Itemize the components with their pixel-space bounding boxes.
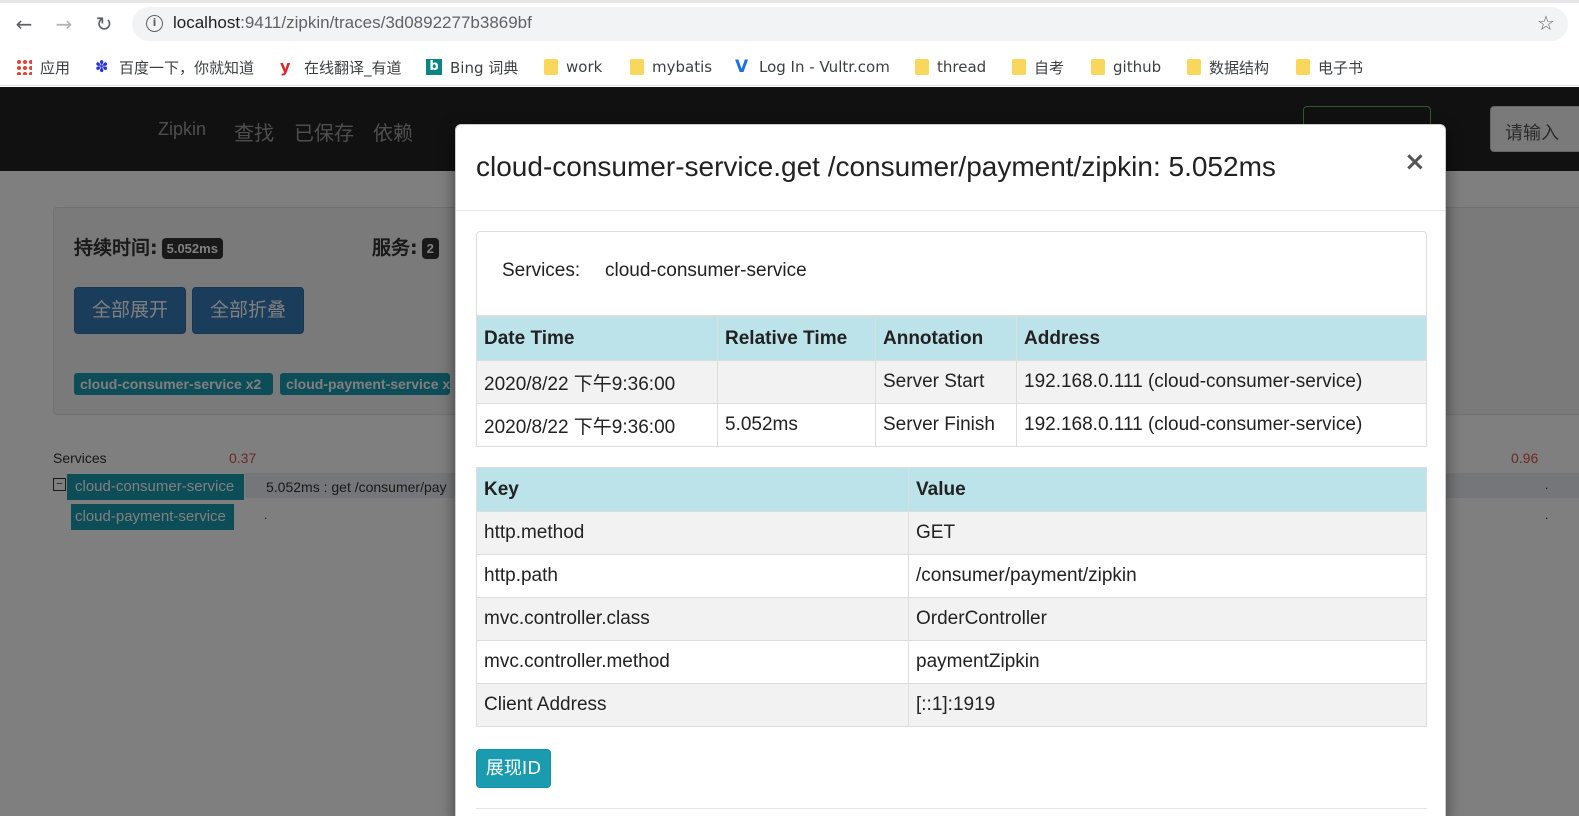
table-row: mvc.controller.method paymentZipkin [476, 640, 1427, 684]
tag-value-cell: [::1]:1919 [908, 683, 1427, 727]
folder-icon [1091, 59, 1105, 75]
baidu-paw-icon: ✽ [95, 57, 109, 76]
bookmark-label: github [1113, 58, 1162, 76]
column-header: Address [1016, 316, 1427, 361]
forward-arrow-icon[interactable]: → [51, 11, 77, 37]
folder-icon [630, 59, 644, 75]
address-cell: 192.168.0.111 (cloud-consumer-service) [1016, 360, 1427, 404]
vultr-icon: V [735, 57, 749, 77]
bookmark-zikao[interactable]: 自考 [1012, 56, 1064, 78]
table-row: 2020/8/22 下午9:36:00 Server Start 192.168… [476, 360, 1427, 404]
modal-title: cloud-consumer-service.get /consumer/pay… [476, 151, 1276, 182]
bookmark-baidu[interactable]: ✽ 百度一下，你就知道 [95, 56, 254, 78]
reload-icon[interactable]: ↻ [91, 11, 117, 37]
youdao-icon: y [280, 57, 291, 76]
bookmark-label: mybatis [652, 58, 713, 76]
bookmarks-bar: 应用 ✽ 百度一下，你就知道 y 在线翻译_有道 b Bing 词典 work myb… [0, 48, 1579, 86]
close-icon[interactable]: × [1404, 147, 1426, 177]
bookmark-ebooks[interactable]: 电子书 [1296, 56, 1363, 78]
table-header-row: Key Value [476, 467, 1427, 512]
table-row: mvc.controller.class OrderController [476, 597, 1427, 641]
tag-key-cell: http.path [476, 554, 909, 598]
services-panel: Services: cloud-consumer-service [476, 231, 1427, 316]
bookmark-work[interactable]: work [544, 56, 602, 78]
bookmark-label: Log In - Vultr.com [759, 58, 890, 76]
tab-strip [0, 0, 1579, 3]
bookmark-label: 电子书 [1318, 58, 1364, 77]
bookmark-label: 数据结构 [1209, 58, 1270, 77]
span-detail-modal: cloud-consumer-service.get /consumer/pay… [455, 124, 1446, 816]
tags-table: Key Value http.method GET http.path /con… [476, 467, 1427, 727]
tag-value-cell: GET [908, 511, 1427, 555]
annotation-cell: Server Finish [875, 403, 1017, 447]
url-host: localhost [173, 13, 241, 32]
table-header-row: Date Time Relative Time Annotation Addre… [476, 316, 1427, 361]
modal-header: cloud-consumer-service.get /consumer/pay… [456, 125, 1445, 211]
url-path: :9411/zipkin/traces/3d0892277b3869bf [240, 13, 532, 32]
folder-icon [1296, 59, 1310, 75]
annotation-cell: Server Start [875, 360, 1017, 404]
tag-key-cell: mvc.controller.class [476, 597, 909, 641]
column-header: Value [908, 467, 1427, 512]
folder-icon [544, 59, 558, 75]
site-info-icon[interactable]: i [146, 15, 163, 32]
modal-divider [476, 808, 1427, 809]
table-row: 2020/8/22 下午9:36:00 5.052ms Server Finis… [476, 403, 1427, 447]
tag-key-cell: Client Address [476, 683, 909, 727]
bookmark-label: 在线翻译_有道 [304, 58, 402, 77]
show-id-button[interactable]: 展现ID [476, 749, 551, 788]
bookmark-thread[interactable]: thread [915, 56, 986, 78]
relative-time-cell [717, 360, 876, 404]
address-cell: 192.168.0.111 (cloud-consumer-service) [1016, 403, 1427, 447]
bookmark-github[interactable]: github [1091, 56, 1161, 78]
table-row: http.path /consumer/payment/zipkin [476, 554, 1427, 598]
relative-time-cell: 5.052ms [717, 403, 876, 447]
date-time-cell: 2020/8/22 下午9:36:00 [476, 360, 718, 404]
bookmark-bing[interactable]: b Bing 词典 [426, 56, 518, 78]
bing-icon: b [426, 59, 442, 75]
annotations-table: Date Time Relative Time Annotation Addre… [476, 316, 1427, 447]
bookmark-vultr[interactable]: V Log In - Vultr.com [735, 56, 890, 78]
apps-grid-icon [16, 59, 32, 75]
bookmark-youdao[interactable]: y 在线翻译_有道 [280, 56, 402, 78]
bookmark-label: work [566, 58, 603, 76]
bookmark-label: Bing 词典 [450, 58, 519, 77]
bookmark-mybatis[interactable]: mybatis [630, 56, 712, 78]
date-time-cell: 2020/8/22 下午9:36:00 [476, 403, 718, 447]
bookmark-label: 自考 [1034, 58, 1065, 77]
bookmark-label: 应用 [40, 58, 71, 77]
bookmark-label: thread [937, 58, 987, 76]
folder-icon [915, 59, 929, 75]
column-header: Date Time [476, 316, 718, 361]
table-row: Client Address [::1]:1919 [476, 683, 1427, 727]
folder-icon [1012, 59, 1026, 75]
back-arrow-icon[interactable]: ← [11, 11, 37, 37]
tag-value-cell: /consumer/payment/zipkin [908, 554, 1427, 598]
column-header: Relative Time [717, 316, 876, 361]
services-label: Services: [502, 260, 581, 281]
tag-key-cell: mvc.controller.method [476, 640, 909, 684]
column-header: Key [476, 467, 909, 512]
column-header: Annotation [875, 316, 1017, 361]
bookmark-star-icon[interactable]: ☆ [1537, 11, 1555, 35]
table-row: http.method GET [476, 511, 1427, 555]
bookmark-apps[interactable]: 应用 [16, 56, 70, 78]
tag-value-cell: OrderController [908, 597, 1427, 641]
folder-icon [1187, 59, 1201, 75]
url-text[interactable]: localhost:9411/zipkin/traces/3d0892277b3… [173, 12, 532, 34]
bookmark-data-structures[interactable]: 数据结构 [1187, 56, 1269, 78]
services-value: cloud-consumer-service [605, 260, 807, 281]
bookmark-label: 百度一下，你就知道 [119, 58, 255, 77]
browser-toolbar: ← → ↻ i localhost:9411/zipkin/traces/3d0… [0, 0, 1579, 48]
tag-value-cell: paymentZipkin [908, 640, 1427, 684]
tag-key-cell: http.method [476, 511, 909, 555]
